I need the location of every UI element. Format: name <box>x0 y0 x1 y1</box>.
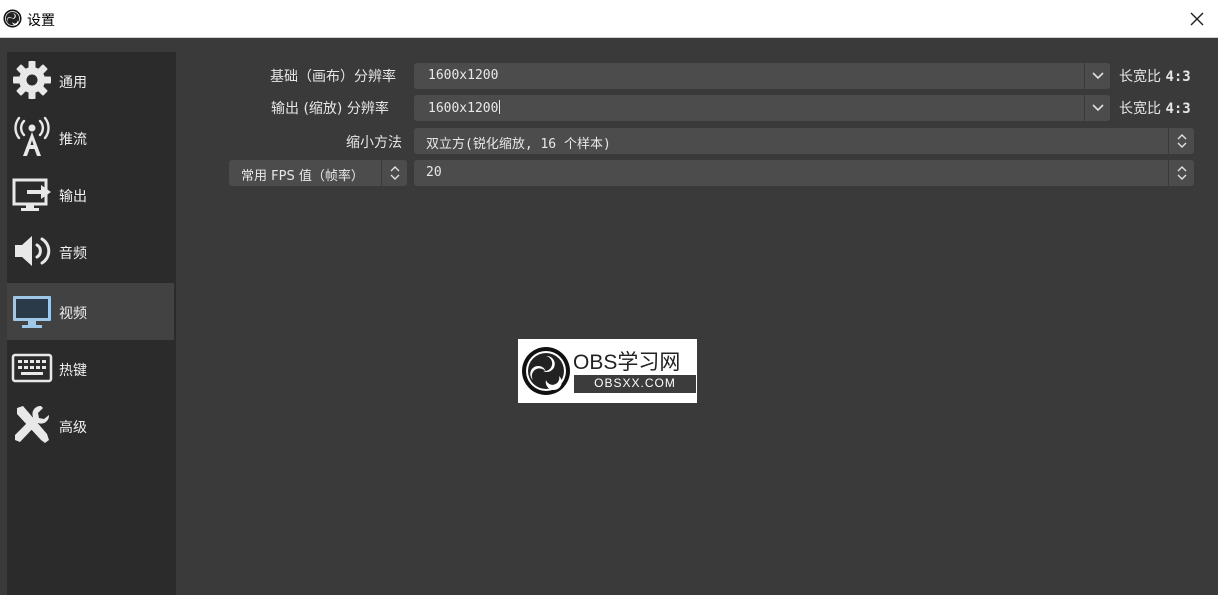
tools-icon <box>15 405 50 443</box>
downscale-filter-value: 双立方(锐化缩放, 16 个样本) <box>426 137 611 152</box>
base-resolution-label: 基础（画布）分辨率 <box>270 69 396 85</box>
broadcast-antenna-icon <box>14 116 50 156</box>
up-down-arrows-icon[interactable] <box>1168 160 1194 186</box>
watermark-title: OBS学习网 <box>573 351 681 374</box>
sidebar-item-label: 推流 <box>59 132 87 148</box>
aspect-label: 长宽比 <box>1119 101 1161 117</box>
sidebar-item-hotkeys[interactable]: 热键 <box>7 340 174 397</box>
fps-type-label: 常用 FPS 值（帧率） <box>241 169 364 184</box>
window-title: 设置 <box>27 13 55 29</box>
up-down-arrows-icon[interactable] <box>381 160 407 186</box>
aspect-value: 4:3 <box>1165 101 1191 117</box>
sidebar-item-output[interactable]: 输出 <box>7 166 174 223</box>
chevron-down-icon[interactable] <box>1084 95 1110 121</box>
obsxx-watermark: OBS学习网 OBSXX.COM <box>518 339 697 403</box>
keyboard-icon <box>11 353 53 383</box>
output-resolution-label: 输出 (缩放) 分辨率 <box>271 101 389 117</box>
settings-sidebar: 通用 推流 输出 音频 视频 热键 高级 <box>7 52 176 595</box>
output-aspect-ratio: 长宽比 4:3 <box>1119 98 1191 118</box>
sidebar-item-video[interactable]: 视频 <box>7 283 174 340</box>
watermark-bar: OBSXX.COM <box>574 375 696 393</box>
chevron-down-icon[interactable] <box>1084 63 1110 89</box>
sidebar-item-advanced[interactable]: 高级 <box>7 397 174 454</box>
aspect-label: 长宽比 <box>1119 69 1161 85</box>
sidebar-item-label: 通用 <box>59 75 87 91</box>
output-monitor-icon <box>12 178 51 211</box>
output-resolution-text: 1600x1200 <box>428 101 499 116</box>
gear-icon <box>13 61 51 99</box>
sidebar-item-stream[interactable]: 推流 <box>7 109 174 166</box>
aspect-value: 4:3 <box>1165 69 1191 85</box>
sidebar-item-label: 音频 <box>59 246 87 262</box>
sidebar-item-audio[interactable]: 音频 <box>7 223 174 280</box>
up-down-arrows-icon[interactable] <box>1168 128 1194 154</box>
sidebar-item-label: 热键 <box>59 363 87 379</box>
downscale-filter-label: 缩小方法 <box>346 135 402 151</box>
fps-value-select[interactable]: 20 <box>414 160 1194 186</box>
fps-type-select[interactable]: 常用 FPS 值（帧率） <box>229 160 407 186</box>
watermark-subtitle: OBSXX.COM <box>594 376 676 390</box>
title-bar: 设置 <box>0 0 1218 38</box>
sidebar-item-general[interactable]: 通用 <box>7 52 174 109</box>
speaker-icon <box>15 236 51 266</box>
downscale-filter-select[interactable]: 双立方(锐化缩放, 16 个样本) <box>414 128 1194 154</box>
obs-logo-icon <box>522 347 570 395</box>
fps-value: 20 <box>426 165 442 180</box>
close-icon[interactable] <box>1186 8 1208 30</box>
base-resolution-value: 1600x1200 <box>428 68 499 83</box>
sidebar-item-label: 高级 <box>59 420 87 436</box>
sidebar-item-label: 视频 <box>59 306 87 322</box>
base-aspect-ratio: 长宽比 4:3 <box>1119 66 1191 86</box>
monitor-icon <box>13 296 51 328</box>
obs-logo-icon <box>3 9 22 28</box>
output-resolution-combo[interactable]: 1600x1200 <box>414 95 1110 121</box>
text-caret <box>499 100 501 114</box>
output-resolution-value: 1600x1200 <box>428 100 501 116</box>
base-resolution-combo[interactable]: 1600x1200 <box>414 63 1110 89</box>
sidebar-item-label: 输出 <box>59 189 87 205</box>
video-settings-panel: 基础（画布）分辨率 1600x1200 长宽比 4:3 输出 (缩放) 分辨率 … <box>176 38 1218 595</box>
settings-body: 通用 推流 输出 音频 视频 热键 高级 基础（画布）分辨率 1600x1200… <box>0 38 1218 595</box>
